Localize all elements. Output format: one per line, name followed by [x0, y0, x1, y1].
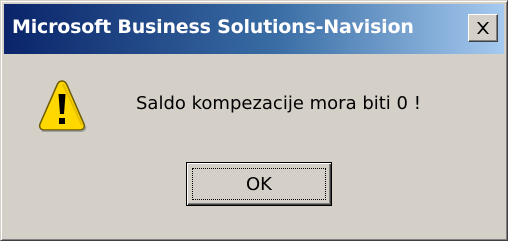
title-bar[interactable]: Microsoft Business Solutions-Navision: [4, 4, 504, 54]
message-dialog: Microsoft Business Solutions-Navision Sa…: [0, 0, 508, 241]
close-button[interactable]: [468, 14, 498, 42]
window-title: Microsoft Business Solutions-Navision: [12, 16, 414, 38]
ok-button[interactable]: OK: [186, 162, 332, 206]
ok-button-label: OK: [246, 173, 272, 195]
warning-icon: [38, 80, 87, 132]
close-icon: [477, 22, 489, 34]
dialog-message: Saldo kompezacije mora biti 0 !: [136, 93, 421, 114]
